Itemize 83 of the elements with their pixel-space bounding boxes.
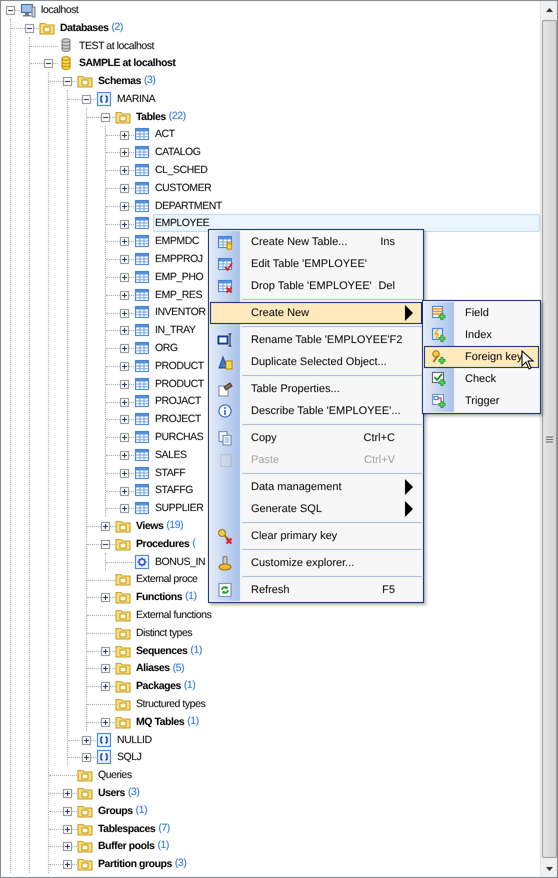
tree-item-label[interactable]: CL_SCHED (153, 161, 210, 180)
item-count: (3) (174, 856, 186, 872)
item-count: (19) (165, 518, 184, 534)
tree-item-label[interactable]: Queries (96, 766, 134, 784)
tree-item-label[interactable]: PRODUCT (153, 356, 206, 375)
tree-item-label[interactable]: INVENTOR (153, 303, 208, 322)
menu-item[interactable]: Trigger (424, 390, 539, 412)
tree-item-label[interactable]: EMPLOYEE (153, 214, 540, 232)
tree-item-label[interactable]: PRODUCT (153, 374, 206, 393)
tree-item-label[interactable]: EMP_PHO (153, 268, 206, 286)
tree-item-label[interactable]: Groups (96, 802, 135, 820)
menu-item[interactable]: Check (424, 368, 539, 390)
tree-item-label[interactable]: EMPPROJ (153, 250, 205, 268)
tree-item-label[interactable]: localhost (39, 1, 80, 19)
item-count: (1) (186, 714, 199, 729)
tree-item-label[interactable]: Views (134, 517, 166, 536)
tree-item-label[interactable]: Databases (58, 18, 110, 37)
menu-item[interactable]: Field (424, 302, 539, 324)
menu-item[interactable]: Index (424, 324, 539, 346)
tree-item-label[interactable]: Buffer pools (96, 837, 156, 856)
item-count: (22) (168, 108, 186, 124)
tree-item-label[interactable]: CUSTOMER (153, 178, 214, 197)
item-count: (2) (110, 20, 123, 35)
tree-item-label[interactable]: STAFFG (153, 481, 195, 500)
tree-item-label[interactable]: Aliases (134, 659, 172, 678)
item-count: ( (191, 536, 196, 551)
tree-item-label[interactable]: Partition groups (96, 855, 174, 874)
menu-item[interactable]: Drop Table 'EMPLOYEE' Del (210, 275, 422, 297)
item-count: (7) (157, 820, 170, 836)
tree-item-label[interactable]: BONUS_IN (153, 552, 208, 571)
menu-item[interactable]: Edit Table 'EMPLOYEE' (210, 253, 422, 275)
tree-item-label[interactable]: SAMPLE at localhost (77, 54, 178, 72)
tree-item-label[interactable]: TEST at localhost (77, 36, 156, 54)
tree-item-label[interactable]: ACT (153, 125, 177, 144)
tree-item-label[interactable]: PROJECT (153, 410, 203, 428)
tree-item-label[interactable]: Distinct types (134, 624, 194, 642)
tree-item-label[interactable]: MARINA (115, 90, 158, 108)
menu-item[interactable]: Create New (210, 302, 422, 324)
item-count: (1) (182, 678, 196, 694)
tree-item-label[interactable]: Tablespaces (96, 820, 158, 838)
tree-item-label[interactable]: SQLJ (115, 748, 144, 766)
tree-item-label[interactable]: External proce (134, 570, 200, 588)
menu-item[interactable]: Generate SQL (210, 498, 422, 520)
tree-item-label[interactable]: NULLID (115, 730, 154, 749)
tree-item-label[interactable]: EMPMDC (153, 232, 201, 250)
menu-item[interactable]: Refresh F5 (210, 579, 422, 601)
tree-item-label[interactable]: EMP_RES (153, 286, 204, 304)
tree-item-label[interactable]: IN_TRAY (153, 321, 198, 340)
menu-item[interactable]: Data management (210, 476, 422, 498)
tree-item-label[interactable]: CATALOG (153, 143, 202, 162)
tree-item-label[interactable]: External functions (134, 606, 214, 624)
tree-item-label[interactable]: Tables (134, 108, 168, 126)
menu-item[interactable]: Table Properties... (210, 378, 422, 400)
tree-item-label[interactable]: Schemas (96, 72, 143, 90)
tree-item-label[interactable]: MQ Tables (134, 712, 186, 731)
tree-item-label[interactable]: Sequences (134, 642, 190, 660)
tree-item-label[interactable]: PURCHAS (153, 428, 206, 446)
item-count: (1) (184, 589, 197, 604)
tree-item-label[interactable]: PROJACT (153, 392, 203, 410)
tree-item-label[interactable]: STAFF (153, 464, 188, 482)
item-count: (1) (134, 802, 148, 818)
menu-item[interactable]: Customize explorer... (210, 552, 422, 574)
tree-item-label[interactable]: Functions (134, 588, 184, 606)
menu-item[interactable]: Copy Ctrl+C (210, 427, 422, 449)
menu-item[interactable]: Foreign key (424, 346, 539, 368)
item-count: (5) (172, 660, 184, 676)
menu-item[interactable]: Describe Table 'EMPLOYEE'... (210, 400, 422, 422)
menu-item[interactable]: Create New Table... Ins (210, 231, 422, 253)
tree-item-label[interactable]: SALES (153, 446, 189, 464)
tree-item-label[interactable]: SUPPLIER (153, 499, 206, 518)
tree-item-label[interactable]: ORG (153, 339, 180, 358)
tree-item-label[interactable]: Users (96, 784, 127, 802)
tree-item-label[interactable]: Packages (134, 677, 183, 696)
tree-item-label[interactable]: Structured types (134, 694, 208, 713)
menu-item[interactable]: Clear primary key (210, 525, 422, 547)
item-count: (3) (126, 785, 140, 800)
tree-item-label[interactable]: DEPARTMENT (153, 196, 224, 215)
menu-item[interactable]: Rename Table 'EMPLOYEE'F2 (210, 329, 422, 351)
tree-item-label[interactable]: Procedures (134, 534, 192, 553)
menu-item[interactable]: Duplicate Selected Object... (210, 351, 422, 373)
item-count: (3) (142, 73, 156, 88)
item-count: (1) (156, 838, 169, 854)
item-count: (1) (189, 642, 202, 658)
